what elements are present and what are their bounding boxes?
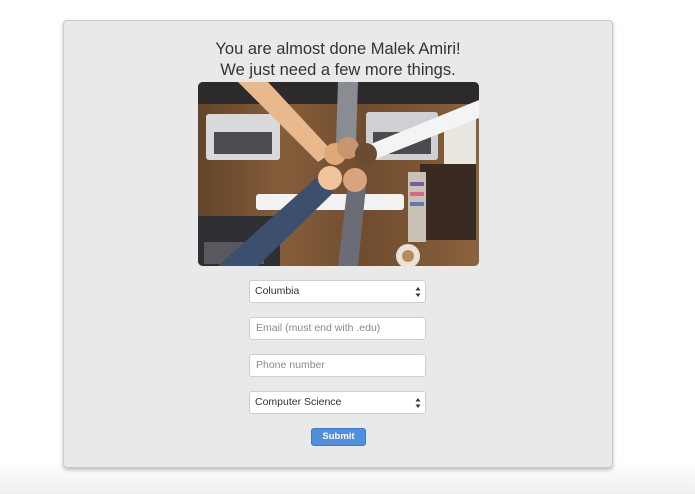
welcome-line-1: You are almost done Malek Amiri!	[215, 40, 461, 58]
email-placeholder: Email (must end with .edu)	[256, 322, 381, 334]
team-photo-illustration	[198, 82, 479, 266]
phone-placeholder: Phone number	[256, 359, 325, 371]
signup-card: You are almost done Malek Amiri! We just…	[63, 20, 613, 468]
select-updown-arrows-icon	[415, 287, 421, 297]
major-select-value: Computer Science	[255, 396, 342, 408]
university-select-value: Columbia	[255, 285, 300, 297]
welcome-line-2: We just need a few more things.	[220, 61, 456, 79]
university-select[interactable]: Columbia	[249, 280, 426, 303]
team-fist-bump-photo	[198, 82, 479, 266]
phone-field[interactable]: Phone number	[249, 354, 426, 377]
select-updown-arrows-icon	[415, 398, 421, 408]
major-select[interactable]: Computer Science	[249, 391, 426, 414]
email-field[interactable]: Email (must end with .edu)	[249, 317, 426, 340]
submit-button[interactable]: Submit	[311, 428, 366, 446]
welcome-heading: You are almost done Malek Amiri! We just…	[64, 39, 612, 81]
